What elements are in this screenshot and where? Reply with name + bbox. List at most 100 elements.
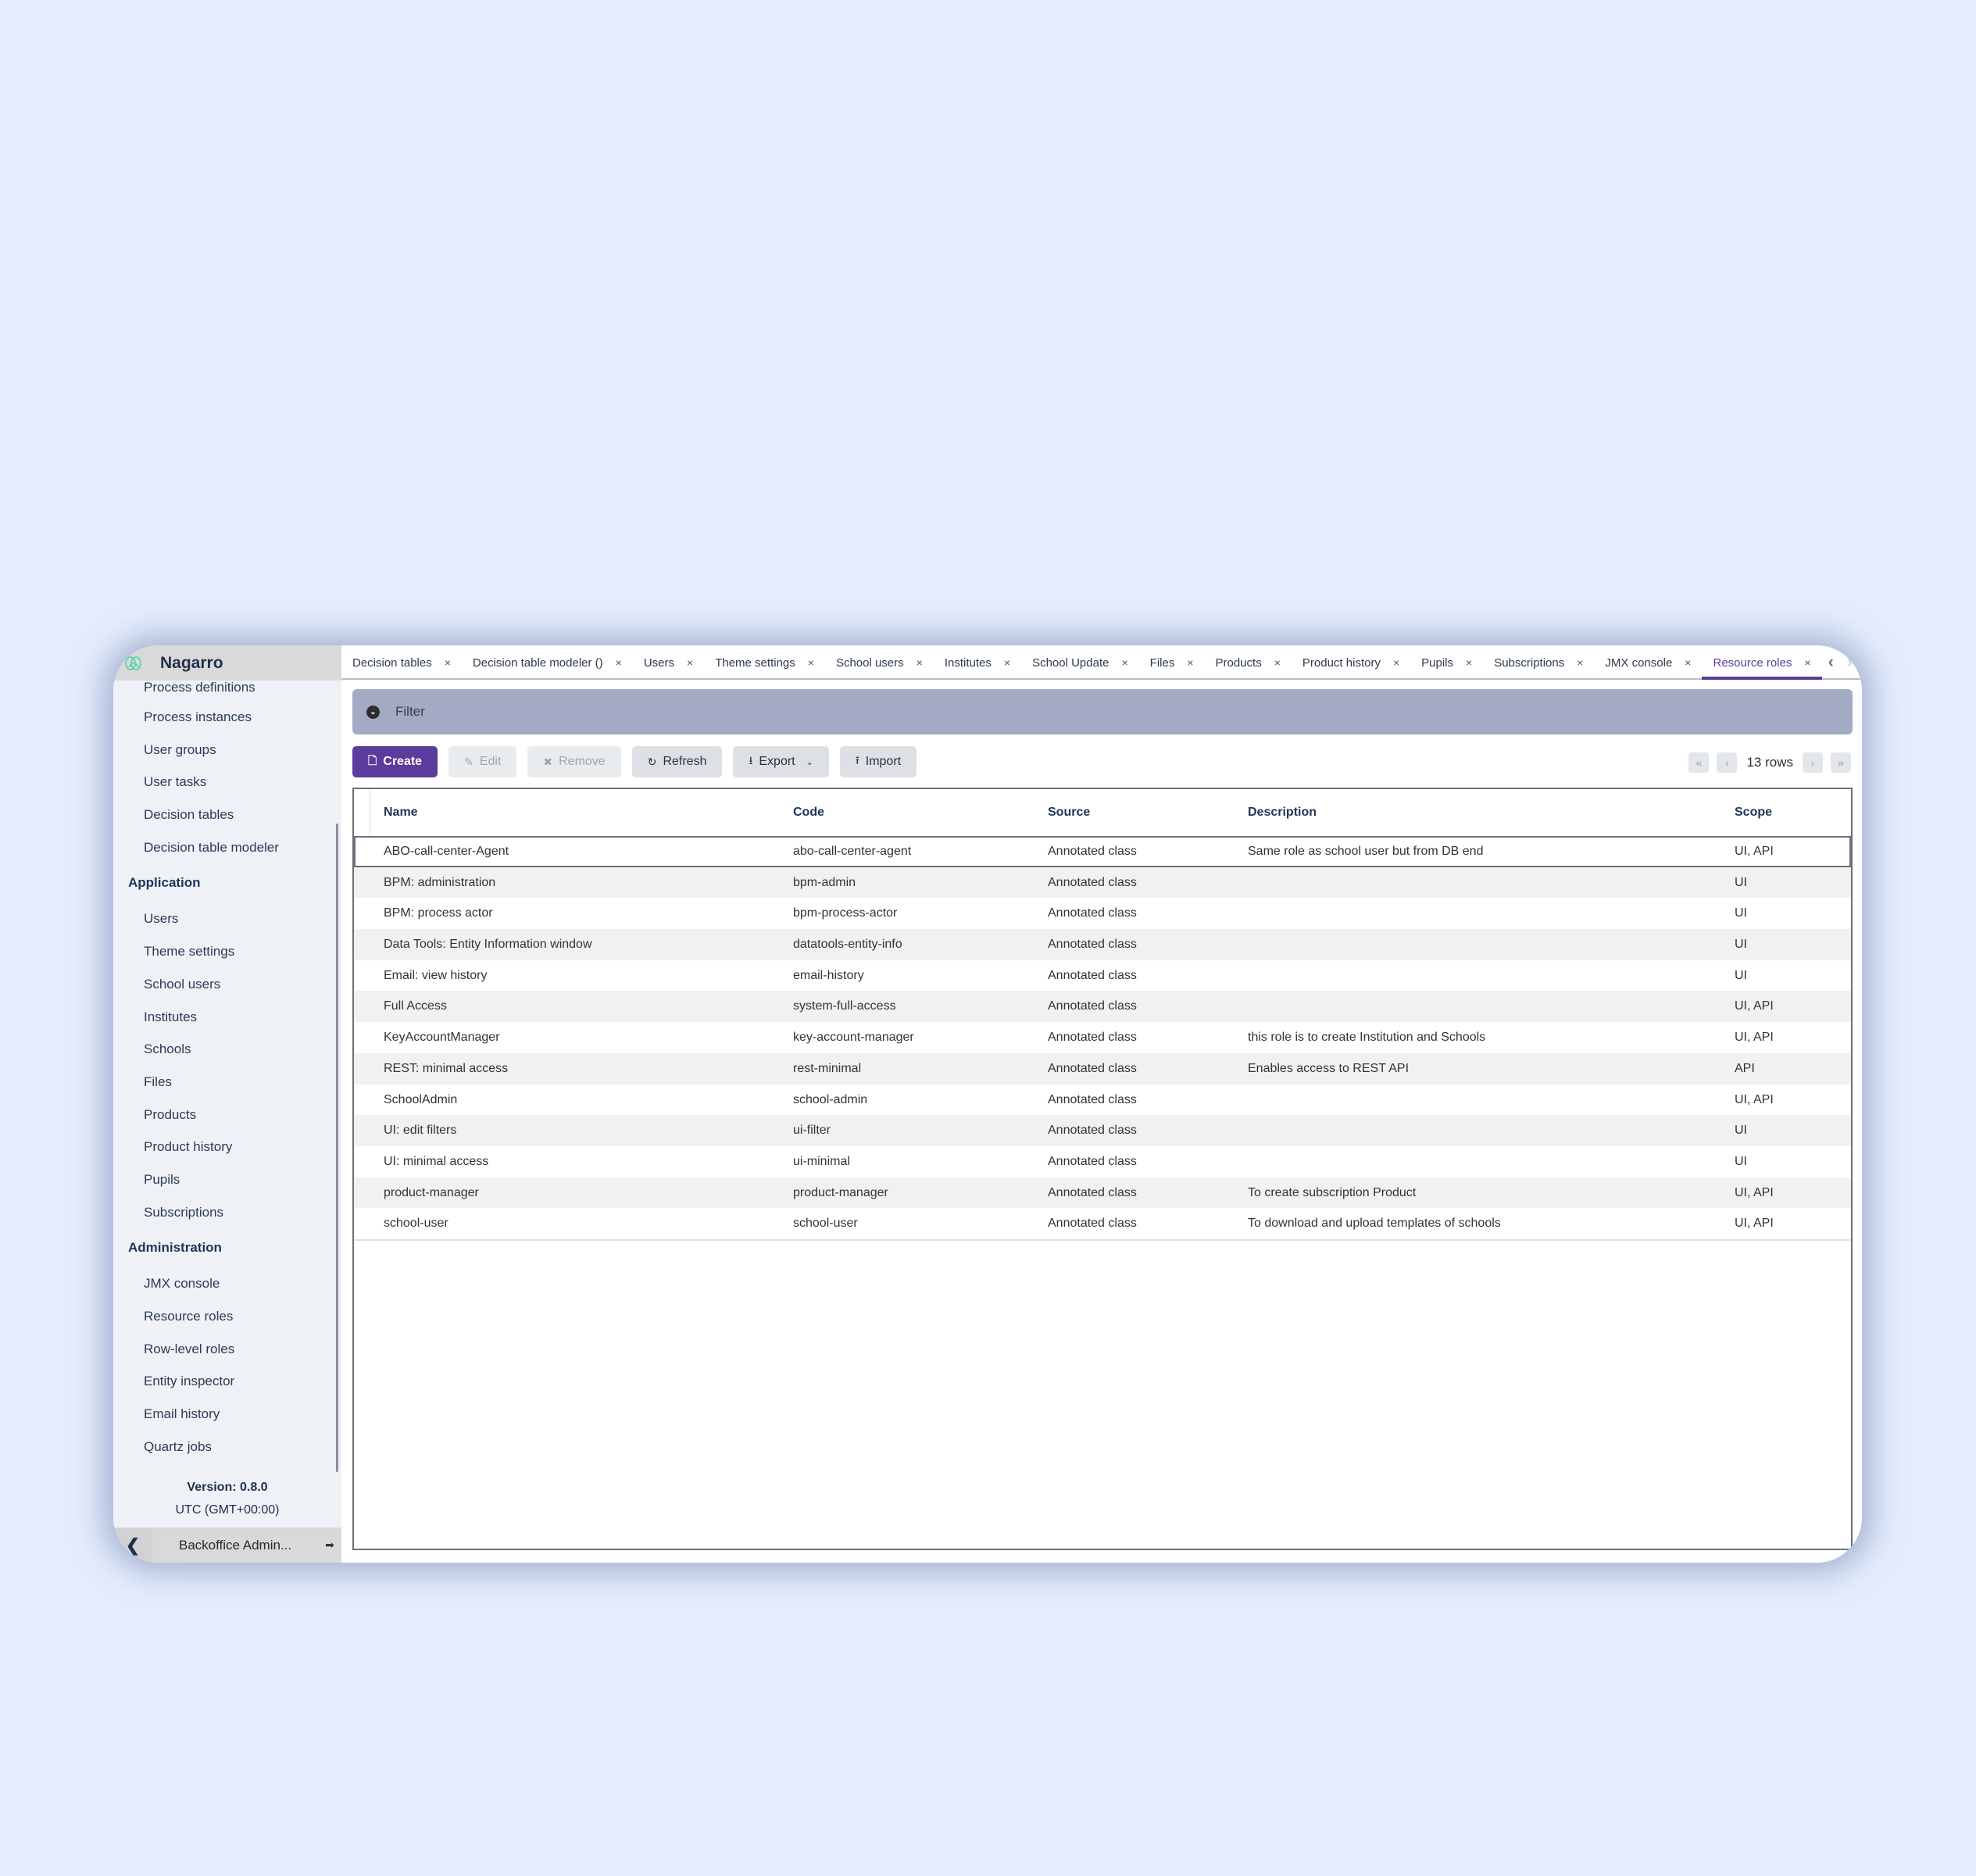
collapse-sidebar-button[interactable]: ❮: [113, 1528, 152, 1563]
sidebar-item-institutes[interactable]: Institutes: [113, 1001, 334, 1034]
table-row[interactable]: UI: edit filters ui-filter Annotated class…: [354, 1115, 1851, 1146]
table-row[interactable]: SchoolAdmin school-admin Annotated class UI…: [354, 1085, 1851, 1116]
sidebar-item-pupils[interactable]: Pupils: [113, 1163, 334, 1196]
cell-description: Same role as school user but from DB end: [1248, 845, 1484, 858]
cell-scope: UI, API: [1735, 1185, 1774, 1199]
logout-icon[interactable]: ➡: [318, 1538, 341, 1552]
table-row[interactable]: Data Tools: Entity Information window dat…: [354, 929, 1851, 960]
export-button[interactable]: ⭳ Export ⌄: [733, 746, 829, 777]
tab-school-update[interactable]: School Update ×: [1021, 647, 1139, 678]
sidebar-item-school-users[interactable]: School users: [113, 968, 334, 1001]
table-row[interactable]: REST: minimal access rest-minimal Annotate…: [354, 1052, 1851, 1085]
table-row[interactable]: Email: view history email-history Annotate…: [354, 960, 1851, 992]
cell-source: Annotated class: [1048, 1061, 1137, 1075]
import-button[interactable]: ⭱ Import: [839, 746, 917, 777]
close-icon[interactable]: ×: [1393, 656, 1399, 669]
close-icon[interactable]: ×: [687, 656, 693, 669]
table-row[interactable]: Full Access system-full-access Annotated c…: [354, 991, 1851, 1023]
cell-description: Enables access to REST API: [1248, 1061, 1410, 1075]
cell-code: ui-minimal: [793, 1154, 850, 1168]
tab-users[interactable]: Users ×: [633, 647, 704, 678]
close-icon[interactable]: ×: [1466, 656, 1472, 669]
tab-label: Institutes: [944, 656, 992, 670]
prev-page-button[interactable]: ‹: [1717, 752, 1738, 773]
column-header-scope[interactable]: Scope: [1735, 789, 1772, 836]
column-header-source[interactable]: Source: [1048, 789, 1090, 836]
next-page-button[interactable]: ›: [1803, 752, 1823, 773]
close-icon[interactable]: ×: [1187, 656, 1193, 669]
sidebar-item-files[interactable]: Files: [113, 1066, 334, 1099]
close-icon[interactable]: ×: [1577, 656, 1583, 669]
filter-panel-toggle[interactable]: ⌄ Filter: [352, 689, 1853, 734]
first-page-button[interactable]: «: [1688, 752, 1710, 773]
sidebar-item-process-definitions[interactable]: Process definitions: [113, 681, 334, 701]
close-icon[interactable]: ×: [1804, 656, 1810, 669]
close-icon[interactable]: ×: [1121, 656, 1127, 669]
sidebar-item-quartz-jobs[interactable]: Quartz jobs: [113, 1431, 334, 1463]
table-row[interactable]: BPM: administration bpm-admin Annotated cl…: [354, 867, 1851, 899]
remove-button[interactable]: ✖ Remove: [527, 746, 621, 777]
refresh-button[interactable]: ↻ Refresh: [631, 746, 723, 777]
tab-label: JMX console: [1605, 656, 1673, 670]
cell-name: Email: view history: [384, 968, 488, 982]
sidebar-item-user-tasks[interactable]: User tasks: [113, 766, 334, 799]
close-icon[interactable]: ×: [1274, 656, 1281, 669]
tab-school-users[interactable]: School users ×: [825, 647, 934, 678]
tab-decision-tables[interactable]: Decision tables ×: [341, 647, 462, 678]
refresh-label: Refresh: [663, 755, 707, 768]
column-header-description[interactable]: Description: [1248, 789, 1317, 836]
cell-name: SchoolAdmin: [384, 1092, 458, 1106]
sidebar-item-resource-roles[interactable]: Resource roles: [113, 1300, 334, 1333]
sidebar-item-products[interactable]: Products: [113, 1099, 334, 1131]
cell-source: Annotated class: [1048, 968, 1137, 982]
tabs-scroll-left-icon[interactable]: ‹: [1828, 652, 1834, 672]
current-user[interactable]: Backoffice Admin...: [152, 1538, 318, 1553]
tab-institutes[interactable]: Institutes ×: [934, 647, 1021, 678]
sidebar-item-email-history[interactable]: Email history: [113, 1398, 334, 1431]
cell-code: ui-filter: [793, 1124, 831, 1138]
sidebar-item-entity-inspector[interactable]: Entity inspector: [113, 1365, 334, 1398]
tab-pupils[interactable]: Pupils ×: [1410, 647, 1483, 678]
sidebar-item-decision-tables[interactable]: Decision tables: [113, 799, 334, 831]
table-row[interactable]: ABO-call-center-Agent abo-call-center-age…: [354, 836, 1851, 867]
sidebar-scrollbar[interactable]: [336, 824, 338, 1472]
close-icon[interactable]: ×: [808, 656, 814, 669]
cell-code: rest-minimal: [793, 1061, 862, 1075]
tab-products[interactable]: Products ×: [1205, 647, 1292, 678]
close-icon[interactable]: ×: [1004, 656, 1010, 669]
table-row[interactable]: BPM: process actor bpm-process-actor Annot…: [354, 898, 1851, 929]
tab-product-history[interactable]: Product history ×: [1292, 647, 1410, 678]
sidebar-item-schools[interactable]: Schools: [113, 1033, 334, 1066]
close-icon[interactable]: ×: [616, 656, 622, 669]
tab-decision-table-modeler[interactable]: Decision table modeler () ×: [462, 647, 633, 678]
sidebar-item-user-groups[interactable]: User groups: [113, 734, 334, 766]
tab-subscriptions[interactable]: Subscriptions ×: [1483, 647, 1594, 678]
tab-theme-settings[interactable]: Theme settings ×: [704, 647, 825, 678]
tab-resource-roles[interactable]: Resource roles ×: [1702, 647, 1822, 680]
sidebar-item-decision-table-modeler[interactable]: Decision table modeler: [113, 831, 334, 864]
cell-scope: UI, API: [1735, 845, 1774, 858]
sidebar-item-row-level-roles[interactable]: Row-level roles: [113, 1333, 334, 1366]
close-icon[interactable]: ×: [1685, 656, 1691, 669]
sidebar-item-users[interactable]: Users: [113, 902, 334, 935]
tabs-scroll-right-icon[interactable]: ›: [1847, 652, 1853, 672]
table-row[interactable]: UI: minimal access ui-minimal Annotated cl…: [354, 1146, 1851, 1177]
column-header-code[interactable]: Code: [793, 789, 824, 836]
sidebar-item-process-instances[interactable]: Process instances: [113, 701, 334, 734]
tab-jmx-console[interactable]: JMX console ×: [1594, 647, 1702, 678]
close-icon[interactable]: ×: [917, 656, 923, 669]
close-icon[interactable]: ×: [445, 656, 451, 669]
last-page-button[interactable]: »: [1831, 752, 1851, 773]
sidebar-item-theme-settings[interactable]: Theme settings: [113, 935, 334, 968]
sidebar-item-product-history[interactable]: Product history: [113, 1131, 334, 1163]
edit-button[interactable]: ✎ Edit: [448, 746, 517, 777]
table-row[interactable]: school-user school-user Annotated class To …: [354, 1208, 1851, 1241]
cell-code: email-history: [793, 968, 864, 982]
tab-files[interactable]: Files ×: [1139, 647, 1205, 678]
create-button[interactable]: 🗋 Create: [352, 746, 438, 777]
table-row[interactable]: product-manager product-manager Annotated …: [354, 1177, 1851, 1209]
column-header-name[interactable]: Name: [384, 789, 418, 836]
sidebar-item-jmx-console[interactable]: JMX console: [113, 1267, 334, 1300]
table-row[interactable]: KeyAccountManager key-account-manager Anno…: [354, 1022, 1851, 1053]
sidebar-item-subscriptions[interactable]: Subscriptions: [113, 1196, 334, 1229]
